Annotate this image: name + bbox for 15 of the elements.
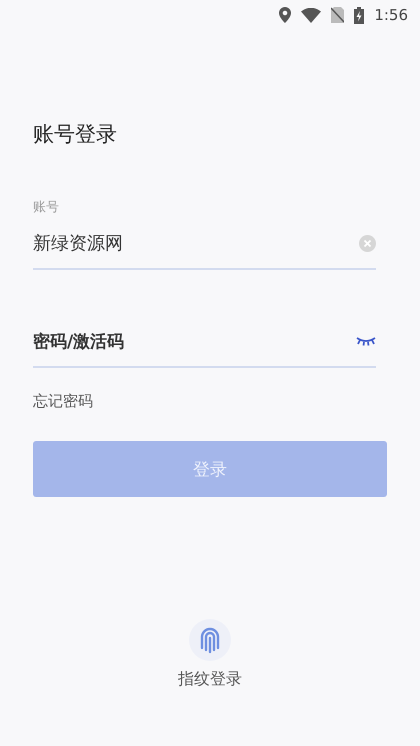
wifi-icon	[301, 8, 322, 22]
page-title: 账号登录	[33, 121, 118, 148]
battery-charging-icon	[354, 6, 364, 24]
password-field[interactable]: 密码/激活码	[33, 316, 376, 368]
no-sim-icon	[331, 7, 344, 23]
eye-closed-icon[interactable]	[356, 336, 376, 346]
account-label: 账号	[33, 199, 60, 216]
forgot-password-link[interactable]: 忘记密码	[33, 392, 93, 411]
fingerprint-login-label[interactable]: 指纹登录	[178, 669, 242, 690]
password-placeholder: 密码/激活码	[33, 330, 126, 352]
location-icon	[279, 7, 292, 23]
account-value: 新绿资源网	[33, 232, 124, 255]
account-field[interactable]: 新绿资源网	[33, 218, 376, 270]
fingerprint-button[interactable]	[189, 619, 231, 661]
status-time: 1:56	[374, 6, 408, 24]
